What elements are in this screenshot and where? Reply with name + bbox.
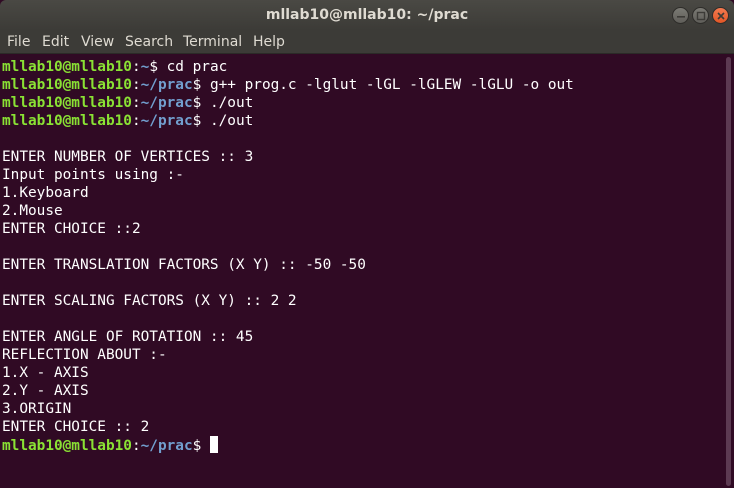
output-line: 1.X - AXIS: [2, 365, 89, 381]
output-line: ENTER TRANSLATION FACTORS (X Y) :: -50 -…: [2, 257, 366, 273]
title-bar[interactable]: mllab10@mllab10: ~/prac: [0, 0, 734, 30]
command-text: ./out: [201, 95, 254, 111]
menu-edit[interactable]: Edit: [42, 30, 69, 54]
prompt-colon: :: [131, 95, 141, 111]
close-button[interactable]: [712, 7, 729, 24]
menu-bar: File Edit View Search Terminal Help: [0, 30, 734, 54]
output-line: ENTER CHOICE ::2: [2, 221, 141, 237]
output-line: ENTER ANGLE OF ROTATION :: 45: [2, 329, 254, 345]
output-line: ENTER NUMBER OF VERTICES :: 3: [2, 149, 254, 165]
prompt-path: ~/prac: [140, 438, 193, 454]
output-line: ENTER SCALING FACTORS (X Y) :: 2 2: [2, 293, 297, 309]
terminal-output[interactable]: mllab10@mllab10:~$ cd prac mllab10@mllab…: [0, 55, 724, 488]
output-line: 2.Mouse: [2, 203, 63, 219]
prompt-user: mllab10@mllab10: [2, 59, 132, 75]
prompt-colon: :: [131, 77, 141, 93]
prompt-user: mllab10@mllab10: [2, 95, 132, 111]
prompt-dollar: $: [192, 95, 202, 111]
output-line: REFLECTION ABOUT :-: [2, 347, 167, 363]
prompt-dollar: $: [192, 438, 202, 454]
maximize-icon: [696, 11, 706, 21]
prompt-user: mllab10@mllab10: [2, 438, 132, 454]
menu-search[interactable]: Search: [125, 30, 173, 54]
command-line: mllab10@mllab10:~/prac$ g++ prog.c -lglu…: [2, 76, 724, 94]
output-line: 1.Keyboard: [2, 185, 89, 201]
prompt-colon: :: [131, 113, 141, 129]
command-text: g++ prog.c -lglut -lGL -lGLEW -lGLU -o o…: [201, 77, 574, 93]
prompt-dollar: $: [149, 59, 158, 75]
prompt-path: ~/prac: [140, 95, 193, 111]
command-text: cd prac: [157, 59, 228, 75]
command-line: mllab10@mllab10:~/prac$ ./out: [2, 112, 724, 130]
text-cursor: [209, 436, 218, 453]
prompt-user: mllab10@mllab10: [2, 113, 132, 129]
active-prompt-line[interactable]: mllab10@mllab10:~/prac$: [2, 436, 724, 454]
minimize-button[interactable]: [672, 7, 689, 24]
terminal-window: mllab10@mllab10: ~/prac File Edit View S…: [0, 0, 734, 488]
output-line: ENTER CHOICE :: 2: [2, 419, 150, 435]
prompt-dollar: $: [192, 113, 202, 129]
prompt-path: ~/prac: [140, 77, 193, 93]
prompt-path: ~: [140, 59, 150, 75]
command-text: ./out: [201, 113, 254, 129]
prompt-path: ~/prac: [140, 113, 193, 129]
menu-view[interactable]: View: [81, 30, 114, 54]
prompt-colon: :: [131, 59, 141, 75]
maximize-button[interactable]: [692, 7, 709, 24]
menu-file[interactable]: File: [7, 30, 30, 54]
output-line: 3.ORIGIN: [2, 401, 72, 417]
prompt-dollar: $: [192, 77, 202, 93]
command-line: mllab10@mllab10:~$ cd prac: [2, 58, 724, 76]
close-icon: [717, 12, 725, 20]
scrollbar-thumb[interactable]: [726, 57, 731, 486]
prompt-user: mllab10@mllab10: [2, 77, 132, 93]
menu-help[interactable]: Help: [253, 30, 285, 54]
output-line: 2.Y - AXIS: [2, 383, 89, 399]
menu-terminal[interactable]: Terminal: [183, 30, 242, 54]
output-line: Input points using :-: [2, 167, 184, 183]
scrollbar[interactable]: [724, 55, 734, 488]
command-line: mllab10@mllab10:~/prac$ ./out: [2, 94, 724, 112]
window-title: mllab10@mllab10: ~/prac: [265, 7, 469, 23]
prompt-colon: :: [131, 438, 141, 454]
minimize-icon: [677, 16, 685, 18]
